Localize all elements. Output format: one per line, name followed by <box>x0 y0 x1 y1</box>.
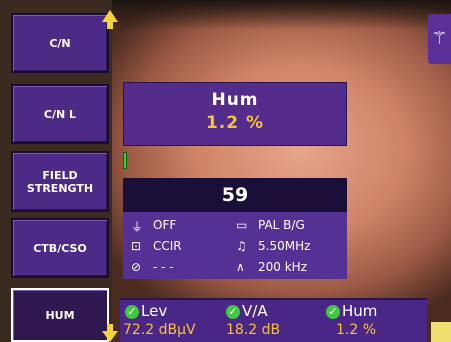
level-bar <box>123 152 127 169</box>
menu-label: HUM <box>45 308 75 322</box>
info-row: ⊘ - - - ∧ 200 kHz <box>123 257 347 278</box>
menu-button-field-strength[interactable]: FIELD STRENGTH <box>11 151 109 212</box>
bandwidth-icon: ∧ <box>236 260 245 274</box>
arrow-up-stem <box>107 21 113 29</box>
check-icon: ✓ <box>226 305 240 319</box>
channel-plan-value: CCIR <box>153 239 182 253</box>
check-icon: ✓ <box>326 305 340 319</box>
summary-lev-value: 72.2 dBµV <box>123 322 196 338</box>
tv-icon: ▭ <box>236 218 248 232</box>
menu-button-cn[interactable]: C/N <box>11 13 109 73</box>
summary-va-label: ✓ V/A <box>226 302 268 320</box>
summary-va-value: 18.2 dB <box>226 322 281 338</box>
label-text: V/A <box>242 302 268 320</box>
menu-button-ctb-cso[interactable]: CTB/CSO <box>11 218 109 278</box>
info-row: ⊡ CCIR ♫ 5.50MHz <box>123 236 347 257</box>
measurement-summary: ✓ Lev 72.2 dBµV ✓ V/A 18.2 dB ✓ Hum 1.2 % <box>120 298 427 342</box>
info-row: ⏚ OFF ▭ PAL B/G <box>123 215 347 236</box>
power-icon: ⏚ <box>131 220 144 234</box>
menu-button-hum[interactable]: HUM <box>11 288 109 342</box>
label-text: Hum <box>342 302 378 320</box>
colour-icon: ⊘ <box>131 260 142 274</box>
colour-value: - - - <box>153 260 174 274</box>
bandwidth-value: 200 kHz <box>258 260 307 274</box>
menu-label: CTB/CSO <box>33 241 87 255</box>
arrow-down-icon[interactable] <box>102 331 118 342</box>
power-value: OFF <box>153 218 177 232</box>
status-indicator <box>431 322 451 342</box>
measurement-panel: Hum 1.2 % <box>123 82 347 146</box>
music-note-icon: ♫ <box>236 239 247 253</box>
summary-hum-value: 1.2 % <box>336 322 377 338</box>
summary-hum-label: ✓ Hum <box>326 302 377 320</box>
channel-plan-icon: ⊡ <box>131 239 142 253</box>
menu-button-cn-l[interactable]: C/N L <box>11 84 109 144</box>
standard-value: PAL B/G <box>258 218 305 232</box>
menu-label: FIELD STRENGTH <box>26 168 94 195</box>
check-icon: ✓ <box>125 305 139 319</box>
audio-value: 5.50MHz <box>258 239 311 253</box>
menu-label: C/N L <box>43 107 77 121</box>
summary-lev-label: ✓ Lev <box>125 302 167 320</box>
info-panel: ⏚ OFF ▭ PAL B/G ⊡ CCIR ♫ 5.50MHz ⊘ - - -… <box>123 212 347 279</box>
measurement-title: Hum <box>211 90 259 110</box>
channel-number[interactable]: 59 <box>123 178 347 212</box>
antenna-icon[interactable]: ⚚ <box>428 14 451 64</box>
measurement-value: 1.2 % <box>205 113 265 133</box>
label-text: Lev <box>141 302 168 320</box>
video-preview: C/N C/N L FIELD STRENGTH CTB/CSO HUM Hum… <box>0 0 451 342</box>
top-shadow <box>110 0 451 30</box>
menu-label: C/N <box>49 36 71 50</box>
